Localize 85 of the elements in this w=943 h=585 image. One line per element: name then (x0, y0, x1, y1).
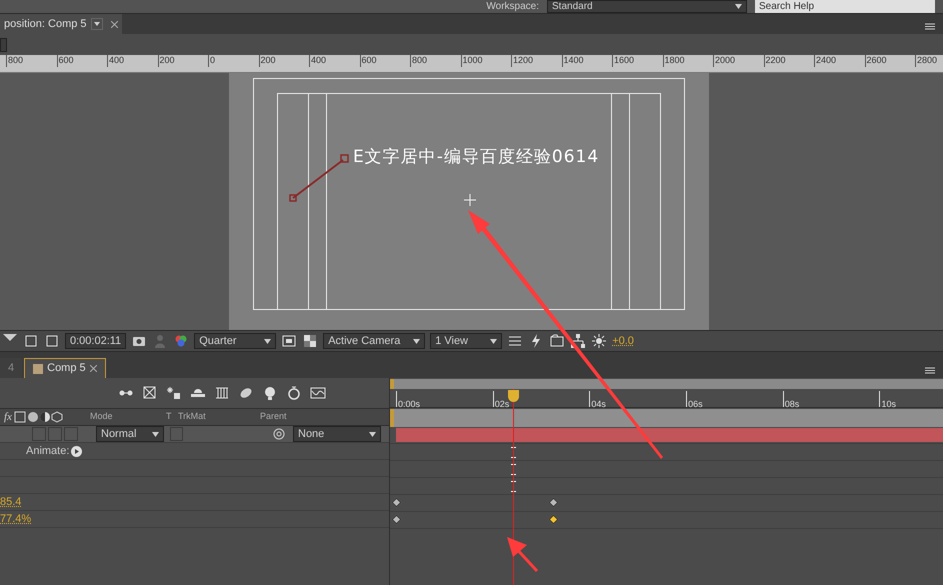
ruler-label: 400 (108, 55, 124, 67)
timeline-tab[interactable]: Comp 5 (24, 358, 106, 378)
caret-icon (413, 338, 420, 344)
frame-blending-icon[interactable] (142, 385, 158, 401)
close-icon[interactable] (110, 20, 118, 28)
layer-text: E文字居中-编导百度经验0614 (353, 146, 600, 169)
parent-dropdown[interactable]: None (293, 426, 381, 442)
column-header: TrkMat (178, 410, 207, 424)
search-field[interactable]: Search Help (755, 0, 935, 13)
column-header: Mode (90, 410, 114, 424)
fx-label: fx (4, 410, 12, 425)
mask-icon[interactable] (281, 333, 298, 349)
mode-dropdown[interactable]: Normal (96, 426, 164, 442)
ruler-label: 600 (58, 55, 74, 67)
ruler-label: 1000 (462, 55, 483, 67)
property-value[interactable]: 77.4% (0, 510, 32, 528)
ruler-label: 1800 (664, 55, 685, 67)
panel-menu-icon[interactable] (925, 367, 935, 374)
anchor-point-icon (464, 194, 476, 206)
ruler-label: 0 (209, 55, 216, 67)
keyframe-icon[interactable] (392, 514, 402, 524)
play-icon[interactable] (71, 446, 82, 456)
ruler-label: 800 (411, 55, 428, 67)
ruler-label: 1400 (562, 55, 584, 67)
time-tick-label: 10s (880, 399, 896, 409)
composition-tab[interactable]: position: Comp 5 (0, 14, 122, 34)
graph-editor-icon[interactable] (310, 385, 326, 401)
bulb-icon[interactable] (262, 385, 278, 401)
ruler-label: 800 (7, 55, 24, 67)
time-tick-label: 04s (590, 399, 606, 409)
time-tick-label: 0:00s (397, 399, 420, 409)
pickwhip-icon[interactable] (271, 426, 287, 442)
ruler-label: 200 (158, 55, 175, 67)
caret-icon (735, 4, 742, 9)
ruler-label: 1600 (613, 55, 634, 67)
ruler-label: 600 (360, 55, 377, 67)
stopwatch-icon[interactable] (286, 385, 302, 401)
checkerboard-icon[interactable] (302, 333, 318, 349)
shutter-icon[interactable] (591, 333, 608, 349)
close-icon[interactable] (90, 365, 97, 372)
animate-label: Animate: (25, 444, 70, 459)
dropdown-icon[interactable] (90, 18, 103, 30)
resolution-dropdown[interactable]: Quarter (194, 333, 276, 349)
ruler-label: 2000 (714, 55, 736, 67)
workspace-dropdown[interactable]: Standard (547, 0, 747, 13)
workspace-label: Workspace: (486, 1, 539, 12)
color-channels-icon[interactable] (173, 333, 190, 349)
keyframe-icon[interactable] (548, 514, 558, 524)
view-layout-dropdown[interactable]: 1 View (430, 333, 502, 349)
column-header: T (166, 410, 172, 424)
ruler-label: 2200 (764, 55, 786, 67)
film-icon[interactable] (214, 385, 230, 401)
ruler-label: 2400 (815, 55, 836, 67)
ruler-label: 200 (260, 55, 276, 67)
folder-icon[interactable] (549, 333, 566, 349)
ruler-label: 2600 (866, 55, 887, 67)
motion-path-drawing (287, 153, 351, 205)
ruler-label: 2800 (916, 55, 938, 67)
property-value[interactable]: 85.4 (0, 494, 22, 510)
square-icon[interactable] (44, 333, 60, 349)
timecode-field[interactable]: 0:00:02:11 (65, 333, 126, 349)
playhead-handle[interactable] (508, 390, 519, 402)
region-icon[interactable] (23, 333, 39, 349)
exposure-value[interactable]: +0.0 (612, 332, 634, 350)
ruler-label: 400 (310, 55, 326, 67)
keyframe-icon[interactable] (392, 498, 402, 508)
annotation-arrow (507, 537, 538, 572)
keyframe-icon[interactable] (548, 498, 558, 508)
time-tick-label: 02s (494, 399, 510, 409)
camera-dropdown[interactable]: Active Camera (323, 333, 426, 349)
caret-icon (369, 432, 376, 436)
switch-checkbox[interactable] (32, 427, 46, 441)
trkmat-checkbox[interactable] (170, 427, 183, 441)
ruler-label: 1200 (512, 55, 534, 67)
time-tick-label: 06s (687, 399, 703, 409)
composition-icon (33, 364, 44, 374)
motion-blur-icon[interactable] (166, 385, 182, 401)
caret-icon (152, 432, 159, 436)
caret-icon (264, 338, 272, 344)
caret-icon (490, 338, 498, 344)
switch-checkbox[interactable] (48, 427, 62, 441)
time-tick-label: 08s (784, 399, 800, 409)
switch-checkbox[interactable] (64, 427, 78, 441)
panel-menu-icon[interactable] (925, 23, 935, 30)
column-header: Parent (260, 410, 287, 424)
